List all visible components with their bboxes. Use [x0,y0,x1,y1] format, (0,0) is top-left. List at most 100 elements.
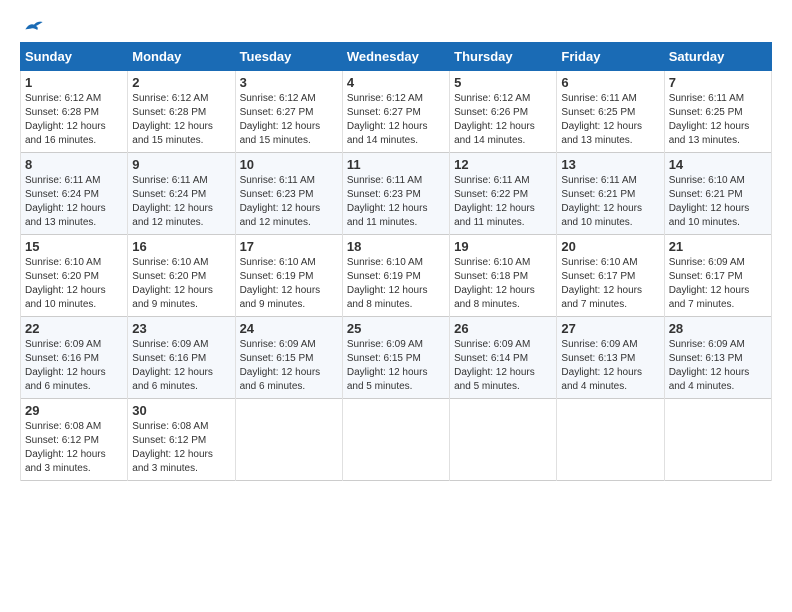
day-number: 19 [454,239,552,254]
day-number: 6 [561,75,659,90]
day-number: 5 [454,75,552,90]
day-number: 20 [561,239,659,254]
calendar-day-cell: 25 Sunrise: 6:09 AMSunset: 6:15 PMDayligh… [342,317,449,399]
day-number: 7 [669,75,767,90]
day-number: 12 [454,157,552,172]
calendar-day-cell: 8 Sunrise: 6:11 AMSunset: 6:24 PMDaylight… [21,153,128,235]
calendar-day-cell: 18 Sunrise: 6:10 AMSunset: 6:19 PMDayligh… [342,235,449,317]
empty-cell [664,399,771,481]
day-number: 30 [132,403,230,418]
day-info: Sunrise: 6:11 AMSunset: 6:25 PMDaylight:… [561,92,659,148]
calendar-week-row: 29 Sunrise: 6:08 AMSunset: 6:12 PMDayligh… [21,399,772,481]
day-info: Sunrise: 6:09 AMSunset: 6:14 PMDaylight:… [454,338,552,394]
day-number: 3 [240,75,338,90]
day-info: Sunrise: 6:09 AMSunset: 6:16 PMDaylight:… [132,338,230,394]
day-info: Sunrise: 6:10 AMSunset: 6:20 PMDaylight:… [25,256,123,312]
day-info: Sunrise: 6:08 AMSunset: 6:12 PMDaylight:… [132,420,230,476]
day-number: 16 [132,239,230,254]
calendar-day-cell: 17 Sunrise: 6:10 AMSunset: 6:19 PMDayligh… [235,235,342,317]
day-info: Sunrise: 6:10 AMSunset: 6:18 PMDaylight:… [454,256,552,312]
calendar-day-cell: 14 Sunrise: 6:10 AMSunset: 6:21 PMDayligh… [664,153,771,235]
calendar-table: SundayMondayTuesdayWednesdayThursdayFrid… [20,42,772,481]
header-thursday: Thursday [450,43,557,71]
day-number: 11 [347,157,445,172]
day-number: 21 [669,239,767,254]
day-info: Sunrise: 6:11 AMSunset: 6:25 PMDaylight:… [669,92,767,148]
day-info: Sunrise: 6:11 AMSunset: 6:23 PMDaylight:… [347,174,445,230]
calendar-day-cell: 7 Sunrise: 6:11 AMSunset: 6:25 PMDaylight… [664,71,771,153]
day-info: Sunrise: 6:09 AMSunset: 6:13 PMDaylight:… [561,338,659,394]
page-header [20,16,772,36]
day-info: Sunrise: 6:11 AMSunset: 6:24 PMDaylight:… [25,174,123,230]
day-number: 26 [454,321,552,336]
calendar-day-cell: 11 Sunrise: 6:11 AMSunset: 6:23 PMDayligh… [342,153,449,235]
day-info: Sunrise: 6:09 AMSunset: 6:15 PMDaylight:… [347,338,445,394]
day-info: Sunrise: 6:12 AMSunset: 6:28 PMDaylight:… [132,92,230,148]
day-info: Sunrise: 6:10 AMSunset: 6:19 PMDaylight:… [240,256,338,312]
day-info: Sunrise: 6:10 AMSunset: 6:20 PMDaylight:… [132,256,230,312]
header-wednesday: Wednesday [342,43,449,71]
day-number: 23 [132,321,230,336]
day-number: 9 [132,157,230,172]
calendar-day-cell: 29 Sunrise: 6:08 AMSunset: 6:12 PMDayligh… [21,399,128,481]
day-info: Sunrise: 6:11 AMSunset: 6:21 PMDaylight:… [561,174,659,230]
calendar-week-row: 22 Sunrise: 6:09 AMSunset: 6:16 PMDayligh… [21,317,772,399]
day-number: 17 [240,239,338,254]
day-number: 25 [347,321,445,336]
day-info: Sunrise: 6:10 AMSunset: 6:21 PMDaylight:… [669,174,767,230]
calendar-header-row: SundayMondayTuesdayWednesdayThursdayFrid… [21,43,772,71]
day-number: 13 [561,157,659,172]
calendar-day-cell: 3 Sunrise: 6:12 AMSunset: 6:27 PMDaylight… [235,71,342,153]
day-number: 14 [669,157,767,172]
day-number: 27 [561,321,659,336]
calendar-day-cell: 28Sunrise: 6:09 AMSunset: 6:13 PMDayligh… [664,317,771,399]
calendar-day-cell: 20 Sunrise: 6:10 AMSunset: 6:17 PMDayligh… [557,235,664,317]
calendar-week-row: 8 Sunrise: 6:11 AMSunset: 6:24 PMDaylight… [21,153,772,235]
day-number: 4 [347,75,445,90]
day-number: 29 [25,403,123,418]
day-info: Sunrise: 6:09 AMSunset: 6:13 PMDaylight:… [669,338,767,394]
day-number: 22 [25,321,123,336]
day-info: Sunrise: 6:09 AMSunset: 6:17 PMDaylight:… [669,256,767,312]
calendar-week-row: 15Sunrise: 6:10 AMSunset: 6:20 PMDayligh… [21,235,772,317]
empty-cell [342,399,449,481]
day-number: 1 [25,75,123,90]
calendar-day-cell: 5 Sunrise: 6:12 AMSunset: 6:26 PMDaylight… [450,71,557,153]
calendar-week-row: 1 Sunrise: 6:12 AMSunset: 6:28 PMDaylight… [21,71,772,153]
day-info: Sunrise: 6:11 AMSunset: 6:24 PMDaylight:… [132,174,230,230]
calendar-day-cell: 24 Sunrise: 6:09 AMSunset: 6:15 PMDayligh… [235,317,342,399]
logo [20,16,44,36]
calendar-day-cell: 4Sunrise: 6:12 AMSunset: 6:27 PMDaylight… [342,71,449,153]
calendar-day-cell: 6 Sunrise: 6:11 AMSunset: 6:25 PMDaylight… [557,71,664,153]
calendar-day-cell: 26 Sunrise: 6:09 AMSunset: 6:14 PMDayligh… [450,317,557,399]
empty-cell [235,399,342,481]
day-number: 10 [240,157,338,172]
header-tuesday: Tuesday [235,43,342,71]
day-info: Sunrise: 6:10 AMSunset: 6:17 PMDaylight:… [561,256,659,312]
day-info: Sunrise: 6:09 AMSunset: 6:15 PMDaylight:… [240,338,338,394]
header-monday: Monday [128,43,235,71]
empty-cell [557,399,664,481]
day-info: Sunrise: 6:12 AMSunset: 6:27 PMDaylight:… [240,92,338,148]
logo-bird-icon [24,16,44,36]
calendar-day-cell: 21 Sunrise: 6:09 AMSunset: 6:17 PMDayligh… [664,235,771,317]
day-info: Sunrise: 6:10 AMSunset: 6:19 PMDaylight:… [347,256,445,312]
calendar-day-cell: 23 Sunrise: 6:09 AMSunset: 6:16 PMDayligh… [128,317,235,399]
day-info: Sunrise: 6:08 AMSunset: 6:12 PMDaylight:… [25,420,123,476]
calendar-day-cell: 13 Sunrise: 6:11 AMSunset: 6:21 PMDayligh… [557,153,664,235]
empty-cell [450,399,557,481]
calendar-day-cell: 19 Sunrise: 6:10 AMSunset: 6:18 PMDayligh… [450,235,557,317]
day-number: 8 [25,157,123,172]
day-number: 2 [132,75,230,90]
calendar-day-cell: 15Sunrise: 6:10 AMSunset: 6:20 PMDayligh… [21,235,128,317]
day-info: Sunrise: 6:11 AMSunset: 6:22 PMDaylight:… [454,174,552,230]
day-info: Sunrise: 6:12 AMSunset: 6:26 PMDaylight:… [454,92,552,148]
day-number: 24 [240,321,338,336]
calendar-day-cell: 12 Sunrise: 6:11 AMSunset: 6:22 PMDayligh… [450,153,557,235]
calendar-day-cell: 27 Sunrise: 6:09 AMSunset: 6:13 PMDayligh… [557,317,664,399]
calendar-day-cell: 1 Sunrise: 6:12 AMSunset: 6:28 PMDaylight… [21,71,128,153]
calendar-day-cell: 9 Sunrise: 6:11 AMSunset: 6:24 PMDaylight… [128,153,235,235]
calendar-day-cell: 22Sunrise: 6:09 AMSunset: 6:16 PMDayligh… [21,317,128,399]
day-info: Sunrise: 6:12 AMSunset: 6:28 PMDaylight:… [25,92,123,148]
day-number: 18 [347,239,445,254]
